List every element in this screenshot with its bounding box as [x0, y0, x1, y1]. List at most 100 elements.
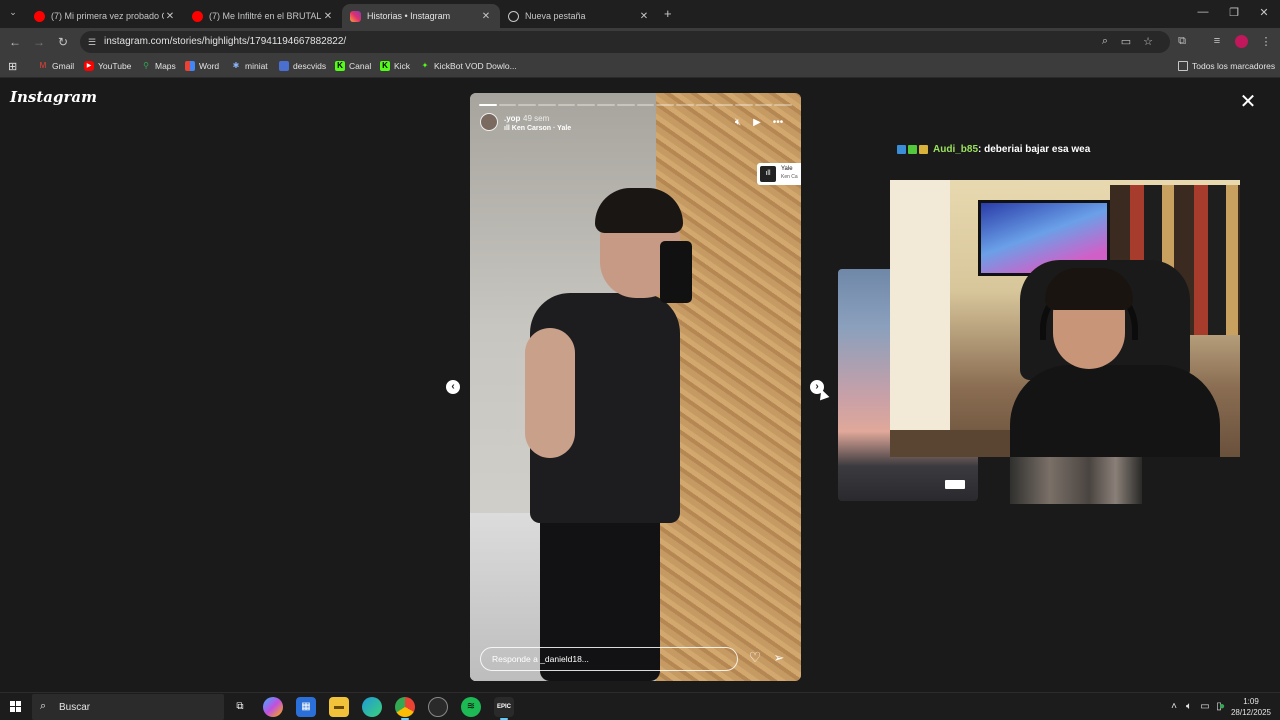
story-music-label[interactable]: ıll Ken Carson · Yale [504, 125, 571, 132]
youtube-icon: ▶ [84, 61, 94, 71]
taskbar-clock[interactable]: 1:09 28/12/2025 [1226, 696, 1276, 718]
minimize-icon[interactable]: — [1188, 6, 1218, 18]
bookmark-word[interactable]: Word [185, 61, 219, 71]
tab-close-icon[interactable]: ✕ [638, 11, 650, 22]
bookmark-label: Todos los marcadores [1192, 61, 1276, 71]
bookmark-label: Kick [394, 61, 411, 71]
webcam-floor [890, 430, 1010, 457]
bookmark-label: KickBot VOD Dowlo... [434, 61, 517, 71]
story-progress-segment [557, 104, 576, 106]
taskbar-search[interactable]: ⌕ Buscar [32, 694, 224, 720]
forward-icon[interactable]: → [31, 34, 47, 50]
bookmark-canal[interactable]: K Canal [335, 61, 371, 71]
streamer-webcam [890, 180, 1240, 457]
story-progress-segment [538, 104, 556, 106]
address-bar[interactable]: ☰ instagram.com/stories/highlights/17941… [80, 31, 1170, 53]
media-control-icon[interactable]: ≡ [1210, 35, 1224, 47]
bookmark-label: Gmail [52, 61, 75, 71]
search-placeholder: Buscar [59, 702, 91, 713]
bookmark-youtube[interactable]: ▶ YouTube [84, 61, 131, 71]
tab-search-button[interactable]: ⌄ [6, 7, 20, 21]
tab-title: Historias • Instagram [367, 11, 451, 21]
tray-overflow-icon[interactable]: ˄ [1167, 701, 1181, 712]
story-progress-segment [734, 104, 753, 106]
copilot-icon[interactable] [263, 697, 283, 717]
chat-badge-icon [897, 145, 906, 154]
story-avatar[interactable] [480, 113, 498, 131]
tab-close-icon[interactable]: ✕ [480, 11, 492, 22]
bookmark-miniat[interactable]: ✱ miniat [231, 61, 268, 71]
all-bookmarks-folder[interactable]: Todos los marcadores [1178, 61, 1275, 71]
tab-close-icon[interactable]: ✕ [322, 11, 334, 22]
reply-input[interactable]: Responde a _danield18... [480, 647, 738, 671]
word-icon [185, 61, 195, 71]
like-heart-icon[interactable]: ♡ [746, 649, 764, 666]
apps-icon[interactable]: ⊞ [8, 60, 17, 73]
instagram-logo[interactable]: Instagram [10, 88, 97, 106]
story-music-text: Ken Carson · Yale [511, 125, 572, 132]
story-photo-phone [660, 241, 692, 303]
cast-icon[interactable]: ▭ [1119, 35, 1133, 48]
story-progress-segment [754, 104, 773, 106]
music-sticker[interactable]: ıll Yale Ken Ca [757, 163, 801, 185]
kick-icon: K [335, 61, 345, 71]
send-icon[interactable]: ➢ [770, 650, 788, 666]
tab-title: (7) Mi primera vez probado Co [51, 11, 164, 21]
menu-icon[interactable]: ⋮ [1259, 35, 1273, 48]
restore-icon[interactable]: ❐ [1219, 6, 1249, 19]
mute-icon[interactable]: 🔇︎ [731, 117, 745, 128]
file-explorer-icon[interactable]: ▬ [329, 697, 349, 717]
stream-chat-message: Audi_b85 : deberiai bajar esa wea [897, 144, 1090, 155]
bookmark-label: YouTube [98, 61, 132, 71]
store-icon[interactable]: ▦ [296, 697, 316, 717]
app-icon[interactable] [428, 697, 448, 717]
play-icon[interactable]: ▶ [750, 117, 764, 128]
album-art-icon: ıll [760, 166, 776, 182]
bookmark-maps[interactable]: ⚲ Maps [141, 61, 176, 71]
bookmark-kickbot[interactable]: ✦ KickBot VOD Dowlo... [420, 61, 517, 71]
tab-youtube-2[interactable]: (7) Me Infiltré en el BRUTAL MU ✕ [184, 4, 342, 28]
spotify-icon[interactable]: ≋ [461, 697, 481, 717]
miniat-icon: ✱ [232, 61, 240, 70]
story-progress-bar [479, 104, 792, 106]
tab-youtube-1[interactable]: (7) Mi primera vez probado Co ✕ [26, 4, 184, 28]
more-options-icon[interactable]: ••• [771, 117, 785, 128]
bookmarks-bar: ⊞ M Gmail ▶ YouTube ⚲ Maps Word ✱ miniat… [0, 56, 1280, 78]
network-icon[interactable]: ▭ [1198, 701, 1212, 712]
edge-icon[interactable] [362, 697, 382, 717]
bookmark-gmail[interactable]: M Gmail [38, 61, 75, 71]
youtube-favicon-icon [192, 10, 203, 22]
back-icon[interactable]: ← [7, 34, 23, 50]
windows-start-icon[interactable] [10, 701, 22, 713]
close-icon[interactable]: ✕ [1238, 92, 1258, 112]
reload-icon[interactable]: ↻ [55, 34, 71, 50]
instagram-favicon-icon [350, 10, 361, 22]
bookmark-star-icon[interactable]: ☆ [1141, 35, 1155, 48]
site-info-icon[interactable]: ☰ [88, 37, 96, 48]
story-progress-segment [616, 104, 635, 106]
window-close-icon[interactable]: ✕ [1249, 6, 1279, 19]
volume-icon[interactable]: 🔈︎ [1182, 701, 1196, 712]
bookmark-descvids[interactable]: descvids [279, 61, 326, 71]
extensions-icon[interactable]: ⧉ [1175, 35, 1189, 48]
webcam-streamer-body [1010, 365, 1220, 457]
tab-new-tab[interactable]: Nueva pestaña ✕ [500, 4, 658, 28]
new-tab-button[interactable]: + [664, 6, 672, 21]
clock-time: 1:09 [1243, 697, 1259, 706]
webcam-streamer-hair [1045, 268, 1133, 310]
profile-avatar[interactable] [1235, 35, 1248, 48]
sticker-artist: Ken Ca [781, 174, 798, 180]
chrome-icon[interactable] [395, 697, 415, 720]
url-text[interactable]: instagram.com/stories/highlights/1794119… [104, 36, 346, 47]
search-icon: ⌕ [40, 700, 47, 712]
tab-close-icon[interactable]: ✕ [164, 11, 176, 22]
tab-instagram[interactable]: Historias • Instagram ✕ [342, 4, 500, 28]
zoom-icon[interactable]: ⌕ [1098, 35, 1112, 48]
bookmark-kick[interactable]: K Kick [380, 61, 410, 71]
previous-story-icon[interactable]: ‹ [446, 380, 460, 394]
task-view-icon[interactable]: ⧉ [230, 697, 250, 717]
story-card[interactable]: .yop 49 sem ıll Ken Carson · Yale 🔇︎ ▶ •… [470, 93, 801, 681]
chat-username: Audi_b85 [933, 144, 979, 155]
story-username[interactable]: .yop [504, 114, 520, 123]
epic-games-icon[interactable]: EPIC [494, 697, 514, 720]
